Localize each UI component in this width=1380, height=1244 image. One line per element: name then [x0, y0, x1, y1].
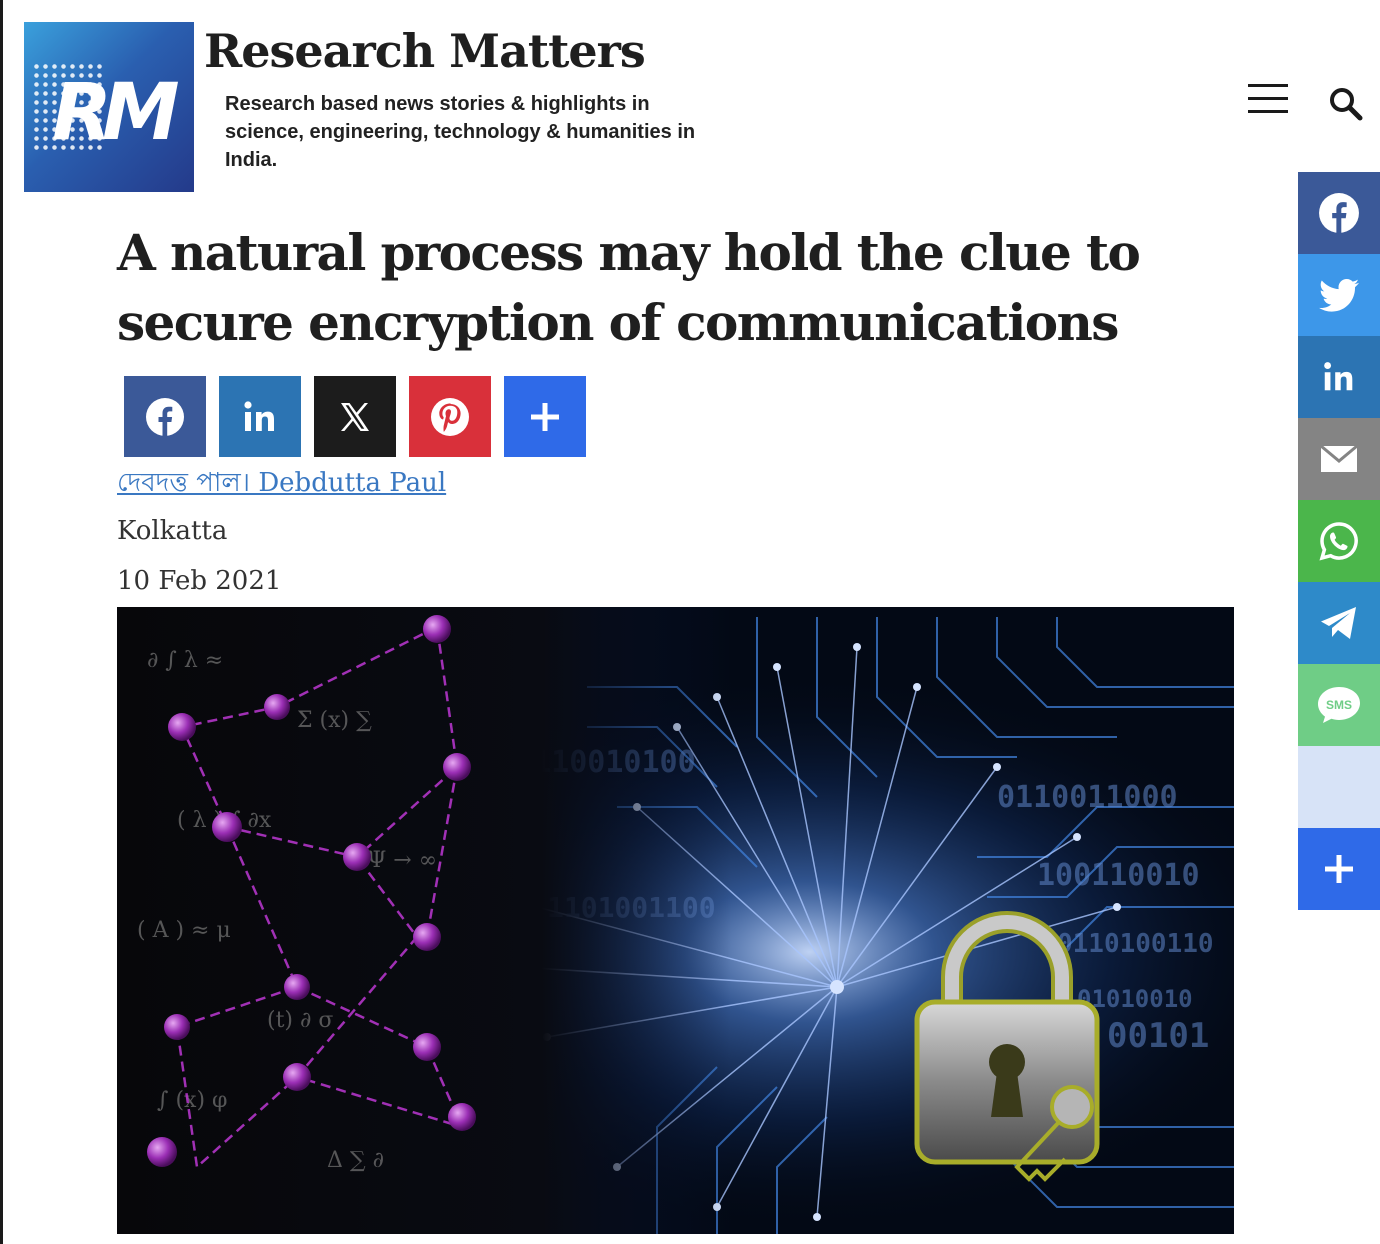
- pinterest-icon: [431, 397, 469, 436]
- plus-icon: [531, 402, 559, 431]
- hero-image: 10110010100 0110011000 100110010 1101001…: [117, 607, 1234, 1234]
- svg-text:(t) ∂ σ: (t) ∂ σ: [267, 1008, 333, 1033]
- share-more-button[interactable]: [504, 376, 586, 457]
- facebook-icon: [1319, 193, 1359, 234]
- search-icon[interactable]: [1328, 86, 1364, 122]
- sms-label: SMS: [1326, 698, 1352, 712]
- svg-text:Δ ∑ ∂: Δ ∑ ∂: [327, 1148, 384, 1173]
- x-icon: [341, 402, 369, 431]
- plus-icon: [1325, 855, 1353, 883]
- email-icon: [1320, 445, 1358, 472]
- twitter-icon: [1319, 279, 1359, 312]
- facebook-icon: [146, 397, 184, 437]
- svg-text:Σ (x) ∑: Σ (x) ∑: [297, 708, 372, 733]
- floating-empty-slot: [1298, 746, 1380, 828]
- floating-facebook-button[interactable]: [1298, 172, 1380, 254]
- floating-twitter-button[interactable]: [1298, 254, 1380, 336]
- hamburger-menu-icon[interactable]: [1248, 82, 1290, 116]
- author-link[interactable]: দেবদত্ত পাল। Debdutta Paul: [117, 462, 446, 506]
- site-tagline: Research based news stories & highlights…: [225, 93, 696, 171]
- floating-email-button[interactable]: [1298, 418, 1380, 500]
- svg-text:( A ) ≈ μ: ( A ) ≈ μ: [137, 918, 231, 943]
- floating-more-button[interactable]: [1298, 828, 1380, 910]
- article-location: Kolkatta: [117, 516, 228, 546]
- article-share-buttons: [124, 376, 586, 457]
- telegram-icon: [1321, 607, 1356, 639]
- article-date: 10 Feb 2021: [117, 566, 282, 596]
- share-pinterest-button[interactable]: [409, 376, 491, 457]
- svg-text:∂ ∫ λ ≈: ∂ ∫ λ ≈: [147, 648, 223, 673]
- window-edge: [0, 0, 3, 1244]
- floating-linkedin-button[interactable]: [1298, 336, 1380, 418]
- site-logo[interactable]: RM: [24, 22, 194, 192]
- article-headline: A natural process may hold the clue to s…: [117, 223, 1141, 352]
- sms-icon: SMS: [1318, 687, 1360, 723]
- floating-share-bar: SMS: [1298, 172, 1380, 910]
- site-title[interactable]: Research Matters: [204, 24, 646, 78]
- floating-whatsapp-button[interactable]: [1298, 500, 1380, 582]
- share-linkedin-button[interactable]: [219, 376, 301, 457]
- svg-text:Ψ → ∞: Ψ → ∞: [367, 848, 437, 873]
- floating-telegram-button[interactable]: [1298, 582, 1380, 664]
- linkedin-icon: [244, 400, 274, 431]
- linkedin-icon: [1324, 362, 1353, 391]
- share-x-button[interactable]: [314, 376, 396, 457]
- whatsapp-icon: [1319, 522, 1358, 561]
- logo-letters: RM: [52, 68, 180, 158]
- share-facebook-button[interactable]: [124, 376, 206, 457]
- floating-sms-button[interactable]: SMS: [1298, 664, 1380, 746]
- svg-text:∫ (x) φ: ∫ (x) φ: [157, 1088, 227, 1113]
